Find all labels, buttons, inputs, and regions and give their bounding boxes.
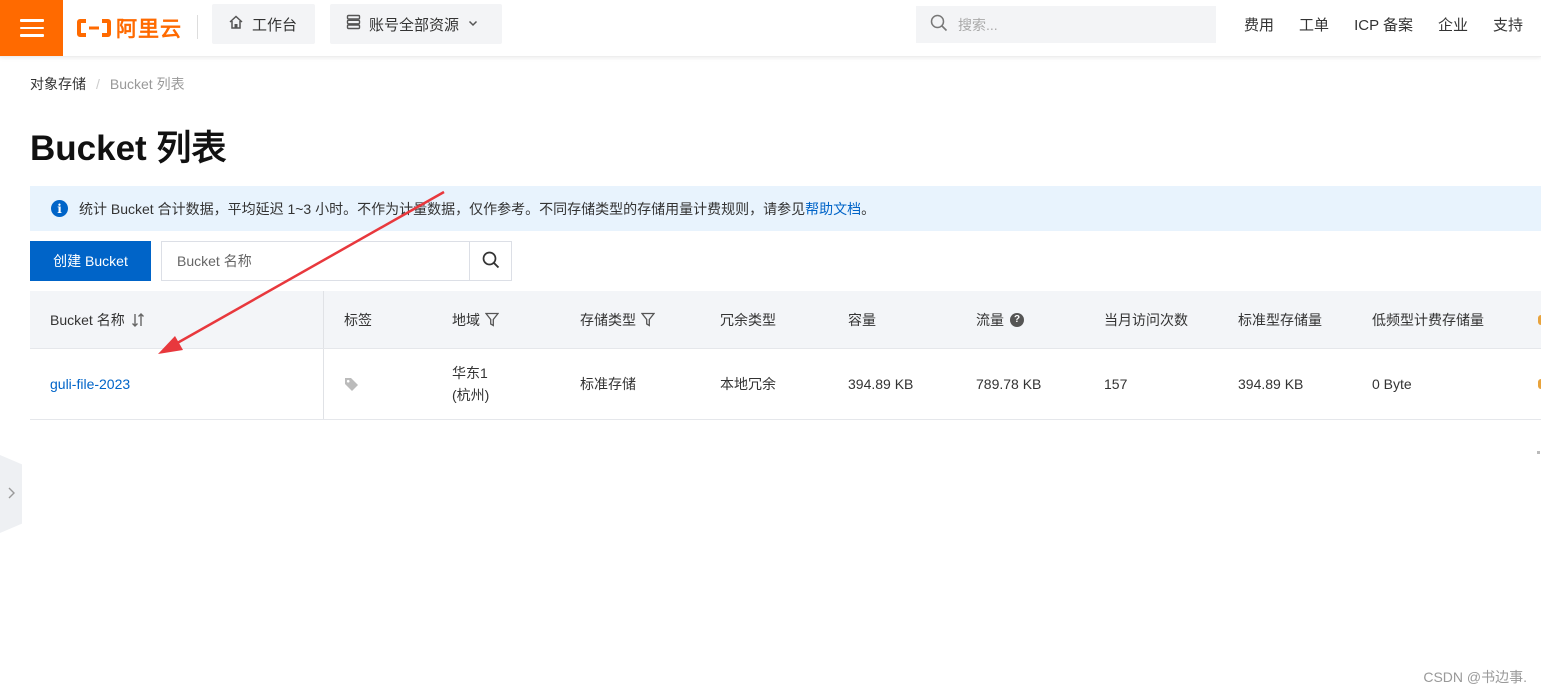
search-icon [482, 251, 500, 272]
info-icon: i [51, 200, 68, 217]
sort-icon[interactable] [131, 312, 145, 328]
capacity-cell: 394.89 KB [848, 376, 914, 392]
page-title: Bucket 列表 [30, 129, 227, 168]
tags-cell [344, 349, 359, 419]
col-monthly-visits: 当月访问次数 [1104, 311, 1188, 328]
column-divider [323, 291, 324, 348]
watermark: CSDN @书边事. [1423, 669, 1527, 685]
top-link-enterprise[interactable]: 企业 [1438, 14, 1468, 35]
top-link-billing[interactable]: 费用 [1244, 14, 1274, 35]
col-storage-type[interactable]: 存储类型 [580, 291, 655, 348]
resources-label: 账号全部资源 [369, 16, 460, 34]
visits-cell: 157 [1104, 376, 1128, 392]
bucket-table: Bucket 名称 标签 地域 存储类型 冗余类型 容量 流量 ? 当月访问次数… [30, 291, 1541, 420]
header-divider [197, 15, 198, 39]
table-row: guli-file-2023 华东1 (杭州) 标准存储 本地冗余 394.89… [30, 349, 1541, 420]
ia-storage-cell: 0 Byte [1372, 376, 1412, 392]
region-cell: 华东1 (杭州) [452, 349, 489, 419]
top-link-support[interactable]: 支持 [1493, 14, 1523, 35]
traffic-cell: 789.78 KB [976, 376, 1042, 392]
col-standard-storage: 标准型存储量 [1238, 311, 1322, 328]
search-icon [930, 14, 948, 35]
redundancy-cell: 本地冗余 [720, 376, 776, 392]
col-label: 存储类型 [580, 311, 636, 328]
info-banner: i 统计 Bucket 合计数据，平均延迟 1~3 小时。不作为计量数据，仅作参… [30, 186, 1541, 231]
logo-text: 阿里云 [116, 18, 182, 41]
info-suffix: 。 [861, 200, 876, 217]
top-links: 费用 工单 ICP 备案 企业 支持 [1244, 0, 1523, 48]
col-label: 流量 [976, 311, 1004, 328]
global-search-input[interactable] [956, 15, 1200, 34]
breadcrumb-current: Bucket 列表 [109, 76, 185, 92]
home-icon [228, 14, 244, 34]
aliyun-logo-icon [76, 17, 112, 39]
scroll-marker [1537, 451, 1540, 454]
hamburger-menu-icon[interactable] [0, 0, 63, 56]
breadcrumb: 对象存储 / Bucket 列表 [30, 74, 185, 94]
col-capacity: 容量 [848, 311, 876, 328]
chevron-right-icon [6, 486, 16, 503]
filter-icon[interactable] [641, 312, 655, 327]
region-name: 华东1 [452, 365, 488, 381]
chevron-down-icon [467, 16, 479, 33]
top-link-icp[interactable]: ICP 备案 [1354, 14, 1413, 35]
help-question-icon[interactable]: ? [1010, 312, 1024, 327]
breadcrumb-separator: / [96, 76, 100, 92]
col-bucket-name[interactable]: Bucket 名称 [50, 291, 145, 348]
global-search[interactable] [916, 6, 1216, 43]
region-city: (杭州) [452, 387, 490, 403]
col-redundancy: 冗余类型 [720, 311, 776, 328]
table-header: Bucket 名称 标签 地域 存储类型 冗余类型 容量 流量 ? 当月访问次数… [30, 291, 1541, 349]
standard-storage-cell: 394.89 KB [1238, 376, 1304, 392]
tag-icon[interactable] [344, 377, 359, 392]
col-region[interactable]: 地域 [452, 291, 499, 348]
filter-icon[interactable] [485, 312, 499, 327]
bucket-search-input[interactable] [162, 242, 469, 280]
database-icon [346, 14, 361, 34]
col-label: 地域 [452, 311, 480, 328]
col-ia-storage: 低频型计费存储量 [1372, 311, 1484, 328]
help-doc-link[interactable]: 帮助文档 [805, 199, 861, 219]
resources-dropdown[interactable]: 账号全部资源 [330, 4, 502, 44]
info-text: 统计 Bucket 合计数据，平均延迟 1~3 小时。不作为计量数据，仅作参考。… [79, 200, 806, 217]
sidebar-expand-tab[interactable] [0, 455, 22, 533]
top-navigation-bar: 阿里云 工作台 账号全部资源 费用 工单 ICP 备案 企业 支持 [0, 0, 1541, 57]
console-button[interactable]: 工作台 [212, 4, 315, 44]
col-tags: 标签 [344, 311, 372, 328]
col-traffic: 流量 ? [976, 291, 1024, 348]
col-label: Bucket 名称 [50, 311, 125, 328]
column-divider [323, 349, 324, 419]
storage-type-cell: 标准存储 [580, 376, 636, 392]
bucket-search [161, 241, 512, 281]
console-label: 工作台 [252, 16, 298, 34]
bucket-name-cell: guli-file-2023 [50, 349, 130, 419]
aliyun-logo[interactable]: 阿里云 [76, 12, 182, 44]
breadcrumb-oss[interactable]: 对象存储 [30, 74, 86, 94]
bucket-search-button[interactable] [469, 242, 511, 280]
create-bucket-button[interactable]: 创建 Bucket [30, 241, 151, 281]
bucket-name-link[interactable]: guli-file-2023 [50, 376, 130, 392]
top-link-tickets[interactable]: 工单 [1299, 14, 1329, 35]
